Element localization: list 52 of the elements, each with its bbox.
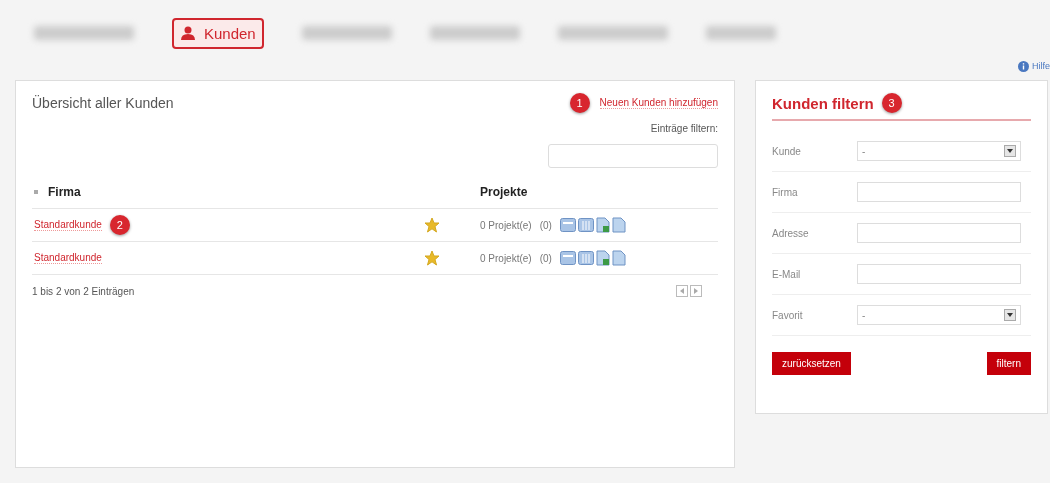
add-customer-link[interactable]: Neuen Kunden hinzufügen xyxy=(599,97,718,109)
document-icon[interactable] xyxy=(611,217,626,233)
next-page-button[interactable] xyxy=(690,285,702,297)
card-icon[interactable] xyxy=(559,218,576,232)
nav-tab[interactable]: Kunden xyxy=(172,17,264,49)
info-icon xyxy=(1018,60,1029,72)
column-header[interactable]: Projekte xyxy=(480,185,528,199)
number-badge: 2 xyxy=(109,215,130,235)
card-icon[interactable] xyxy=(559,251,576,265)
panel-title: Übersicht aller Kunden xyxy=(32,95,174,111)
field-label: E-Mail xyxy=(772,268,802,280)
dropdown[interactable]: - xyxy=(857,305,1021,325)
previous-page-button[interactable] xyxy=(676,285,688,297)
input-field[interactable] xyxy=(857,223,1021,243)
blurred-tab[interactable] xyxy=(705,26,776,40)
number-badge: 3 xyxy=(881,93,902,113)
person-icon xyxy=(180,25,196,41)
blurred-tab[interactable] xyxy=(34,26,134,40)
document-icon[interactable] xyxy=(611,250,626,266)
number-badge: 1 xyxy=(569,93,590,113)
table-icon[interactable] xyxy=(577,218,594,232)
field-label: Firma xyxy=(772,186,799,198)
blurred-tab[interactable] xyxy=(557,26,668,40)
panel-title: Kunden filtern xyxy=(772,94,874,112)
dropdown[interactable]: - xyxy=(857,141,1021,161)
blurred-tab[interactable] xyxy=(429,26,520,40)
project-count: (0) xyxy=(539,219,552,231)
blurred-tab[interactable] xyxy=(301,26,392,40)
document-add-icon[interactable] xyxy=(595,250,610,266)
project-count: (0) xyxy=(539,252,552,264)
favorite-star-icon[interactable] xyxy=(424,217,440,233)
input-field[interactable] xyxy=(857,182,1021,202)
field-label: Adresse xyxy=(772,227,810,239)
project-count: 0 Projekt(e) xyxy=(480,219,532,231)
customer-link[interactable]: Standardkunde xyxy=(34,219,102,231)
document-add-icon[interactable] xyxy=(595,217,610,233)
reset-button[interactable]: zurücksetzen xyxy=(772,352,851,375)
table-icon[interactable] xyxy=(577,251,594,265)
field-label: Kunde xyxy=(772,145,802,157)
left-arrow-icon xyxy=(679,288,685,294)
favorite-star-icon[interactable] xyxy=(424,250,440,266)
project-count: 0 Projekt(e) xyxy=(480,252,532,264)
entries-info: 1 bis 2 von 2 Einträgen xyxy=(32,285,135,297)
filter-label: Einträge filtern: xyxy=(650,123,718,134)
help-link[interactable]: Hilfe xyxy=(1018,60,1050,72)
right-arrow-icon xyxy=(693,288,699,294)
customer-link[interactable]: Standardkunde xyxy=(34,252,102,264)
input-field[interactable] xyxy=(857,264,1021,284)
column-header[interactable]: Firma xyxy=(48,185,81,199)
filter-field[interactable] xyxy=(548,144,718,168)
field-label: Favorit xyxy=(772,309,804,321)
filter-button[interactable]: filtern xyxy=(986,352,1031,375)
